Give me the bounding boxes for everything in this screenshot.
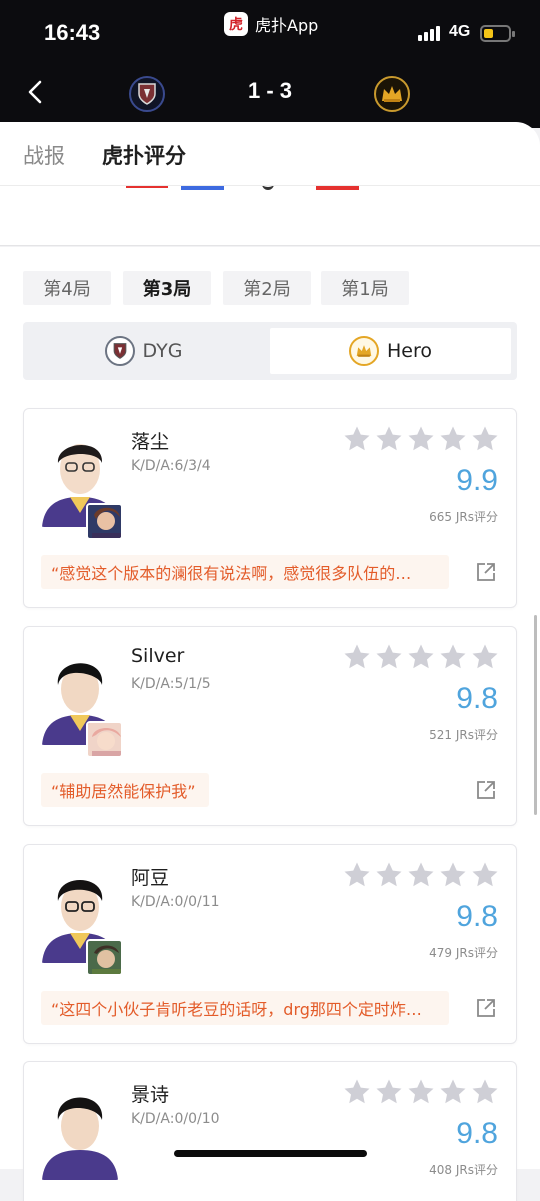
player-avatar	[40, 1080, 120, 1180]
team-option-dyg[interactable]: DYG	[23, 328, 264, 374]
star-icon[interactable]	[406, 424, 436, 454]
hero-logo-icon	[349, 336, 379, 366]
star-icon[interactable]	[342, 424, 372, 454]
hero-logo-icon[interactable]	[374, 76, 410, 112]
dyg-logo-icon	[104, 336, 135, 366]
player-score: 9.9	[456, 464, 498, 497]
content-tabs: 战报 虎扑评分	[0, 122, 540, 186]
rating-count: 479 JRs评分	[429, 946, 498, 960]
star-icon[interactable]	[470, 1077, 500, 1107]
team-option-hero[interactable]: Hero	[270, 328, 511, 374]
player-card[interactable]: 落尘 K/D/A:6/3/4 9.9 665 JRs评分 “感觉这个版本的澜很有…	[23, 408, 517, 608]
star-rating[interactable]	[342, 1077, 500, 1107]
player-kda: K/D/A:6/3/4	[131, 458, 211, 474]
hero-icon	[86, 721, 123, 758]
player-quote[interactable]: “辅助居然能保护我”	[41, 773, 209, 807]
match-header: 1 - 3	[0, 66, 540, 128]
star-icon[interactable]	[342, 1077, 372, 1107]
star-icon[interactable]	[438, 1077, 468, 1107]
game-tab-4[interactable]: 第4局	[23, 271, 111, 305]
status-time: 16:43	[44, 20, 101, 45]
player-kda: K/D/A:0/0/10	[131, 1111, 220, 1127]
star-icon[interactable]	[470, 860, 500, 890]
previous-content-edge	[0, 186, 540, 246]
star-rating[interactable]	[342, 860, 500, 890]
player-score: 9.8	[456, 1117, 498, 1150]
star-icon[interactable]	[374, 642, 404, 672]
player-score: 9.8	[456, 900, 498, 933]
rating-count: 521 JRs评分	[429, 728, 498, 742]
game-tab-1[interactable]: 第1局	[321, 271, 409, 305]
player-card[interactable]: Silver K/D/A:5/1/5 9.8 521 JRs评分 “辅助居然能保…	[23, 626, 517, 826]
player-name: 阿豆	[131, 867, 170, 889]
star-icon[interactable]	[406, 1077, 436, 1107]
star-rating[interactable]	[342, 642, 500, 672]
team-name-dyg: DYG	[142, 340, 183, 362]
player-score: 9.8	[456, 682, 498, 715]
star-icon[interactable]	[470, 642, 500, 672]
star-icon[interactable]	[342, 642, 372, 672]
star-icon[interactable]	[374, 860, 404, 890]
player-name: Silver	[131, 645, 185, 667]
player-kda: K/D/A:5/1/5	[131, 676, 211, 692]
star-icon[interactable]	[406, 860, 436, 890]
scrollbar[interactable]	[534, 615, 537, 815]
star-icon[interactable]	[470, 424, 500, 454]
star-icon[interactable]	[374, 424, 404, 454]
player-card[interactable]: 阿豆 K/D/A:0/0/11 9.8 479 JRs评分 “这四个小伙子肯听老…	[23, 844, 517, 1044]
star-icon[interactable]	[374, 1077, 404, 1107]
return-to-app[interactable]: 虎 虎扑App	[224, 12, 318, 36]
game-tab-3[interactable]: 第3局	[123, 271, 211, 305]
star-icon[interactable]	[438, 642, 468, 672]
star-icon[interactable]	[438, 424, 468, 454]
player-quote[interactable]: “感觉这个版本的澜很有说法啊，感觉很多队伍的…	[41, 555, 449, 589]
player-name: 景诗	[131, 1084, 170, 1106]
battery-icon	[480, 25, 515, 42]
rating-count: 408 JRs评分	[429, 1163, 498, 1177]
network-type: 4G	[449, 23, 471, 40]
status-bar: 16:43 虎 虎扑App 4G	[0, 0, 540, 66]
return-app-label: 虎扑App	[255, 16, 319, 35]
hero-icon	[86, 503, 123, 540]
tab-report[interactable]: 战报	[23, 140, 65, 170]
team-name-hero: Hero	[387, 340, 432, 362]
tab-hupu-rating[interactable]: 虎扑评分	[102, 140, 186, 170]
player-quote[interactable]: “这四个小伙子肯听老豆的话呀，drg那四个定时炸…	[41, 991, 449, 1025]
player-name: 落尘	[131, 431, 170, 453]
rating-count: 665 JRs评分	[429, 510, 498, 524]
star-icon[interactable]	[406, 642, 436, 672]
player-card[interactable]: 景诗 K/D/A:0/0/10 9.8 408 JRs评分	[23, 1061, 517, 1201]
player-kda: K/D/A:0/0/11	[131, 894, 220, 910]
signal-icon	[418, 26, 440, 41]
match-score: 1 - 3	[247, 78, 293, 103]
star-icon[interactable]	[438, 860, 468, 890]
rating-section: 第4局 第3局 第2局 第1局 DYG Hero 落尘 K/D/A:6/3/4 …	[0, 247, 540, 1201]
share-icon[interactable]	[476, 780, 496, 800]
game-tab-2[interactable]: 第2局	[223, 271, 311, 305]
star-icon[interactable]	[342, 860, 372, 890]
team-switch: DYG Hero	[23, 322, 517, 380]
hupu-app-icon: 虎	[224, 12, 248, 36]
share-icon[interactable]	[476, 562, 496, 582]
share-icon[interactable]	[476, 998, 496, 1018]
star-rating[interactable]	[342, 424, 500, 454]
home-indicator[interactable]	[174, 1150, 367, 1157]
hero-icon	[86, 939, 123, 976]
